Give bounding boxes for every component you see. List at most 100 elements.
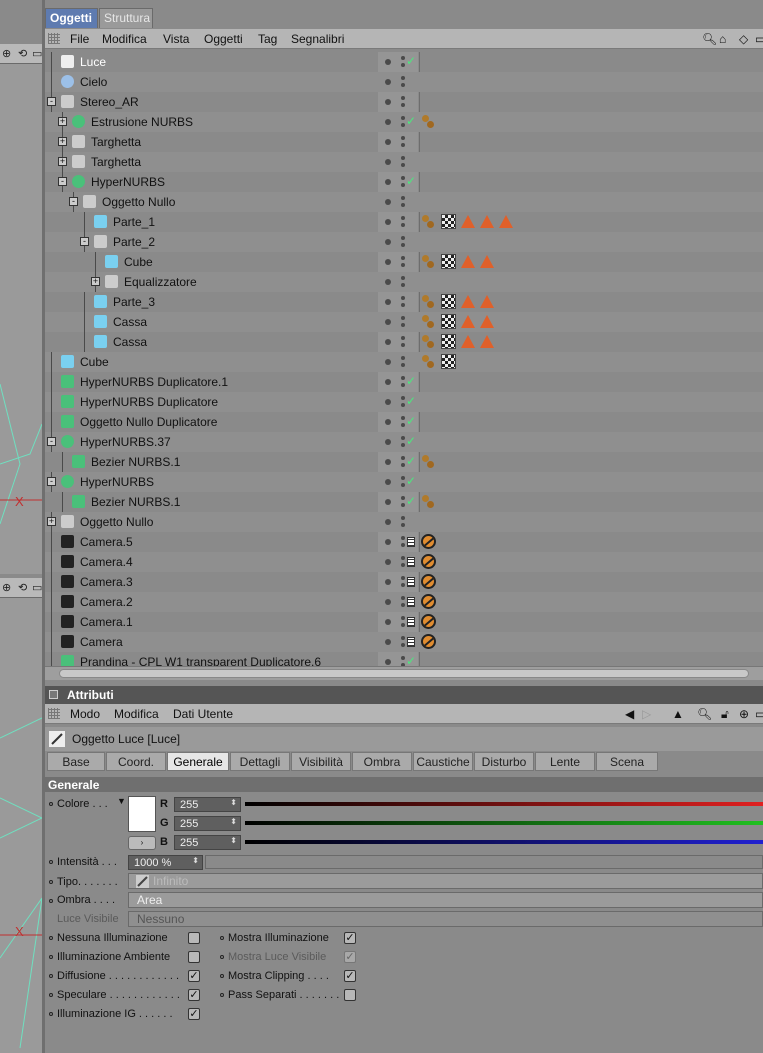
object-name[interactable]: Parte_3	[113, 295, 155, 309]
layer-dot[interactable]	[385, 399, 391, 405]
render-visibility-dot[interactable]	[401, 523, 405, 527]
render-visibility-dot[interactable]	[401, 143, 405, 147]
editor-visibility-dot[interactable]	[401, 396, 405, 400]
enabled-check-icon[interactable]: ✓	[406, 114, 416, 128]
layer-dot[interactable]	[385, 559, 391, 565]
editor-visibility-dot[interactable]	[401, 356, 405, 360]
texture-tag-icon[interactable]	[441, 214, 456, 229]
scrollbar-thumb[interactable]	[59, 669, 749, 678]
collapse-icon[interactable]: -	[47, 437, 56, 446]
selection-tag-icon[interactable]	[480, 215, 494, 228]
render-visibility-dot[interactable]	[401, 123, 405, 127]
lock-icon[interactable]: 🔓︎	[721, 707, 729, 722]
object-row[interactable]: Cielo	[45, 72, 763, 92]
tab-coord[interactable]: Coord.	[106, 752, 166, 771]
enabled-check-icon[interactable]: ✓	[406, 414, 416, 428]
back-arrow-icon[interactable]: ◀	[625, 707, 634, 721]
camera-tag-icon[interactable]	[407, 537, 415, 547]
layer-dot[interactable]	[385, 179, 391, 185]
object-row[interactable]: HyperNURBS Duplicatore.1 ✓	[45, 372, 763, 392]
animation-bullet-icon[interactable]	[220, 936, 224, 940]
enabled-check-icon[interactable]: ✓	[406, 434, 416, 448]
selection-tag-icon[interactable]	[499, 215, 513, 228]
layer-dot[interactable]	[385, 239, 391, 245]
layer-dot[interactable]	[385, 259, 391, 265]
protection-tag-icon[interactable]	[421, 614, 436, 629]
protection-tag-icon[interactable]	[421, 554, 436, 569]
search-icon[interactable]: 🔍︎	[697, 707, 712, 721]
shadow-dropdown[interactable]: Area	[128, 892, 763, 908]
visible-light-dropdown[interactable]: Nessuno	[128, 911, 763, 927]
tab-visibilit[interactable]: Visibilità	[291, 752, 351, 771]
panel-icon[interactable]	[49, 690, 58, 699]
object-row[interactable]: - HyperNURBS ✓	[45, 172, 763, 192]
editor-visibility-dot[interactable]	[401, 476, 405, 480]
window-icon[interactable]: ▭	[755, 707, 763, 721]
enabled-check-icon[interactable]: ✓	[406, 374, 416, 388]
editor-visibility-dot[interactable]	[401, 296, 405, 300]
expand-icon[interactable]: +	[91, 277, 100, 286]
collapse-icon[interactable]: -	[47, 477, 56, 486]
layer-dot[interactable]	[385, 159, 391, 165]
editor-visibility-dot[interactable]	[401, 596, 405, 600]
object-name[interactable]: Oggetto Nullo	[102, 195, 175, 209]
object-row[interactable]: + Targhetta	[45, 152, 763, 172]
menu-view[interactable]: Vista	[163, 32, 189, 46]
editor-visibility-dot[interactable]	[401, 556, 405, 560]
layer-dot[interactable]	[385, 199, 391, 205]
animation-bullet-icon[interactable]	[49, 955, 53, 959]
camera-tag-icon[interactable]	[407, 577, 415, 587]
horizontal-scrollbar[interactable]	[45, 666, 763, 680]
type-dropdown[interactable]: Infinito	[128, 873, 763, 889]
render-visibility-dot[interactable]	[401, 183, 405, 187]
render-visibility-dot[interactable]	[401, 563, 405, 567]
layer-dot[interactable]	[385, 119, 391, 125]
object-name[interactable]: HyperNURBS	[91, 175, 165, 189]
render-visibility-dot[interactable]	[401, 623, 405, 627]
material-tag-icon[interactable]	[421, 254, 436, 269]
tab-ombra[interactable]: Ombra	[352, 752, 412, 771]
render-visibility-dot[interactable]	[401, 463, 405, 467]
menu-tag[interactable]: Tag	[258, 32, 277, 46]
texture-tag-icon[interactable]	[441, 334, 456, 349]
render-visibility-dot[interactable]	[401, 543, 405, 547]
layer-dot[interactable]	[385, 479, 391, 485]
option-checkbox[interactable]: ✓	[344, 970, 356, 982]
editor-visibility-dot[interactable]	[401, 176, 405, 180]
material-tag-icon[interactable]	[421, 294, 436, 309]
layer-dot[interactable]	[385, 79, 391, 85]
selection-tag-icon[interactable]	[461, 315, 475, 328]
editor-visibility-dot[interactable]	[401, 96, 405, 100]
option-checkbox[interactable]	[188, 932, 200, 944]
editor-visibility-dot[interactable]	[401, 116, 405, 120]
render-visibility-dot[interactable]	[401, 283, 405, 287]
tab-caustiche[interactable]: Caustiche	[413, 752, 473, 771]
home-icon[interactable]: ⌂	[719, 32, 726, 46]
layer-dot[interactable]	[385, 339, 391, 345]
selection-tag-icon[interactable]	[461, 295, 475, 308]
material-tag-icon[interactable]	[421, 214, 436, 229]
object-name[interactable]: Bezier NURBS.1	[91, 495, 180, 509]
dropdown-arrow-icon[interactable]: ▼	[117, 796, 126, 806]
object-row[interactable]: Camera.4	[45, 552, 763, 572]
animation-bullet-icon[interactable]	[220, 955, 224, 959]
layer-dot[interactable]	[385, 599, 391, 605]
layer-dot[interactable]	[385, 379, 391, 385]
menu-file[interactable]: File	[70, 32, 89, 46]
editor-visibility-dot[interactable]	[401, 656, 405, 660]
object-row[interactable]: Cassa	[45, 312, 763, 332]
render-visibility-dot[interactable]	[401, 583, 405, 587]
layer-dot[interactable]	[385, 279, 391, 285]
object-name[interactable]: Stereo_AR	[80, 95, 139, 109]
object-name[interactable]: Oggetto Nullo	[80, 515, 153, 529]
object-name[interactable]: Targhetta	[91, 155, 141, 169]
option-checkbox[interactable]: ✓	[344, 932, 356, 944]
texture-tag-icon[interactable]	[441, 254, 456, 269]
enabled-check-icon[interactable]: ✓	[406, 474, 416, 488]
tab-disturbo[interactable]: Disturbo	[474, 752, 534, 771]
enabled-check-icon[interactable]: ✓	[406, 174, 416, 188]
object-name[interactable]: Oggetto Nullo Duplicatore	[80, 415, 217, 429]
editor-visibility-dot[interactable]	[401, 216, 405, 220]
selection-tag-icon[interactable]	[480, 295, 494, 308]
new-panel-icon[interactable]: ⊕	[739, 707, 749, 721]
